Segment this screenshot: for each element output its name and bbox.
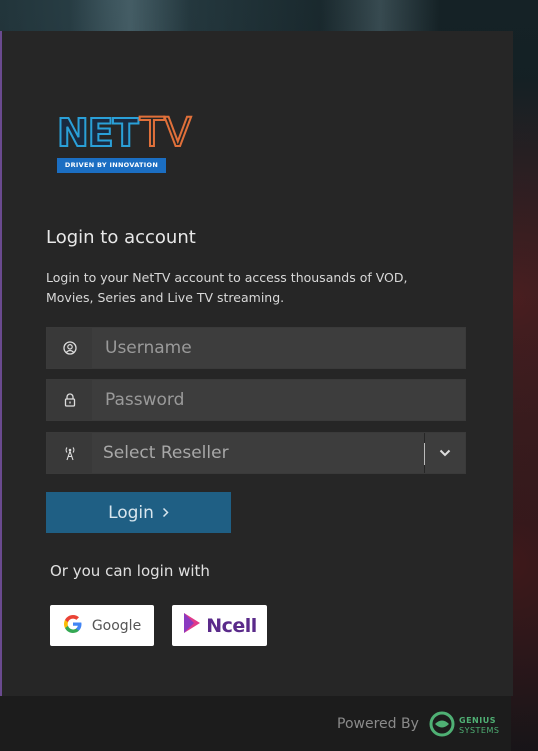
lock-icon — [47, 380, 92, 420]
genius-logo-icon — [429, 711, 455, 741]
username-field — [46, 327, 466, 369]
google-icon — [63, 614, 83, 638]
antenna-icon — [47, 433, 92, 473]
ncell-icon — [182, 611, 202, 640]
username-input[interactable] — [92, 328, 465, 368]
page-title: Login to account — [46, 227, 196, 248]
systems-text: SYSTEMS — [459, 726, 500, 735]
logo-tv-text: TV — [139, 110, 193, 156]
login-button-label: Login — [108, 502, 154, 523]
background-decor — [70, 0, 190, 32]
nettv-logo: NET TV DRIVEN BY INNOVATION — [56, 109, 192, 173]
background-decor — [320, 0, 440, 32]
login-description: Login to your NetTV account to access th… — [46, 270, 408, 305]
password-field — [46, 379, 466, 421]
google-login-button[interactable]: Google — [50, 605, 154, 646]
logo-net-text: NET — [56, 111, 140, 155]
password-input[interactable] — [92, 380, 465, 420]
logo-tagline: DRIVEN BY INNOVATION — [57, 158, 166, 173]
genius-systems-logo[interactable]: GENIUS SYSTEMS — [429, 711, 499, 741]
ncell-label: Ncell — [206, 614, 257, 637]
alt-login-text: Or you can login with — [50, 562, 210, 580]
reseller-select-value[interactable]: Select Reseller — [92, 433, 424, 473]
chevron-down-icon[interactable] — [425, 433, 465, 473]
chevron-right-icon — [162, 503, 169, 523]
reseller-select[interactable]: Select Reseller — [46, 432, 466, 474]
google-label: Google — [91, 617, 142, 634]
powered-by-text: Powered By — [337, 716, 419, 732]
login-button[interactable]: Login — [46, 492, 231, 533]
ncell-login-button[interactable]: Ncell — [172, 605, 267, 646]
genius-text: GENIUS — [459, 716, 496, 725]
user-circle-icon — [47, 328, 92, 368]
